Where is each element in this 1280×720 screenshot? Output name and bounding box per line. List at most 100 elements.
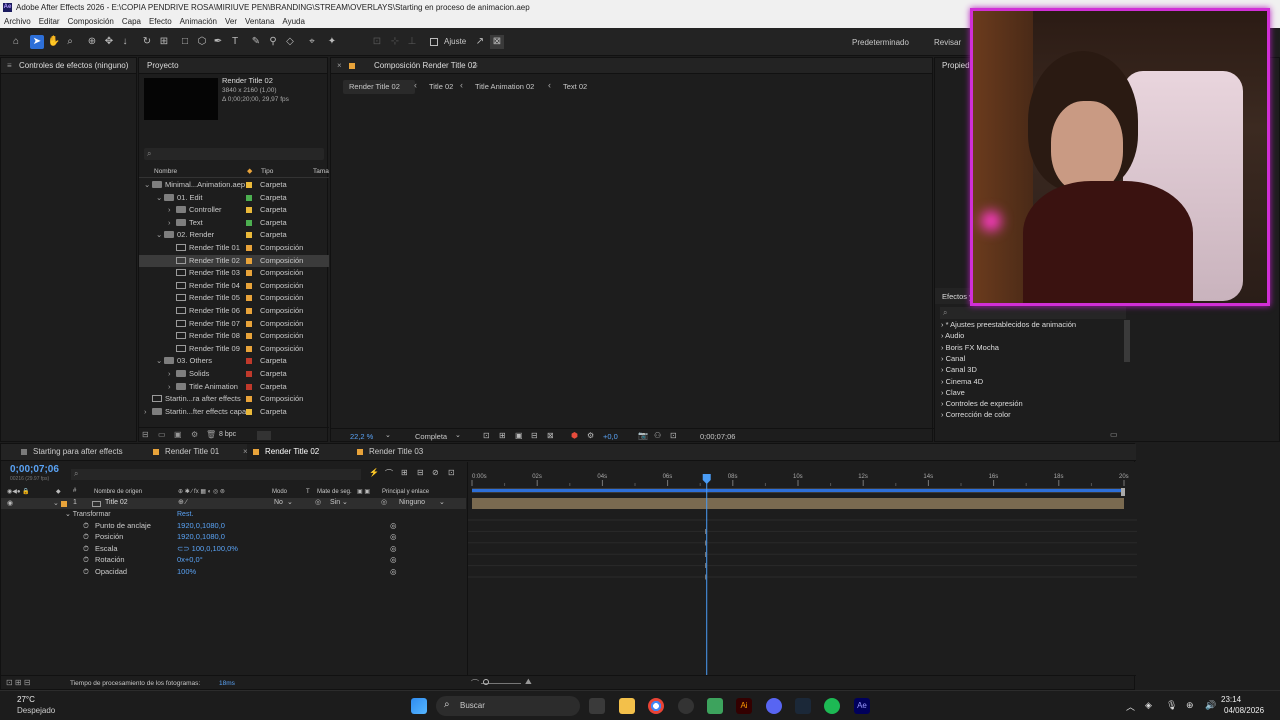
mode-dropdown-icon[interactable]: ⌄: [287, 498, 293, 506]
weather-temp[interactable]: 27°C: [17, 695, 35, 704]
resolution-dropdown-icon[interactable]: ⌄: [455, 431, 461, 439]
effect-category[interactable]: › Cinema 4D: [941, 377, 983, 386]
time-zoom-handle[interactable]: [483, 679, 489, 685]
matte-pickwhip-icon[interactable]: ◎: [315, 498, 321, 506]
windows-start-icon[interactable]: [411, 698, 427, 714]
keyframe-nav-icon[interactable]: I: [705, 575, 707, 582]
eraser-tool-icon[interactable]: ◇: [283, 35, 297, 49]
label-color-swatch[interactable]: [246, 270, 252, 277]
expression-pickwhip-icon[interactable]: ◎: [390, 544, 397, 553]
new-comp-icon[interactable]: ▣: [174, 430, 182, 439]
hand-tool-icon[interactable]: ✋: [47, 35, 61, 49]
settings-icon[interactable]: ⚙: [191, 430, 198, 439]
work-area-bar[interactable]: [472, 489, 1124, 492]
chrome-icon[interactable]: [648, 698, 664, 714]
col-type-header[interactable]: Tipo: [261, 168, 273, 175]
menu-item-ventana[interactable]: Ventana: [241, 15, 278, 28]
label-color-swatch[interactable]: [246, 358, 252, 365]
timeline-tab[interactable]: Starting para after effects: [15, 444, 123, 460]
mask-visibility-icon[interactable]: ▣: [515, 431, 523, 440]
property-value[interactable]: 0x+0,0°: [177, 555, 203, 564]
weather-desc[interactable]: Despejado: [17, 706, 55, 715]
color-channels-icon[interactable]: ⬢: [571, 431, 578, 440]
zoom-in-icon[interactable]: ⛰: [525, 677, 532, 687]
project-item[interactable]: Startin...ra after effects Composición: [139, 393, 329, 405]
label-color-swatch[interactable]: [246, 408, 252, 415]
expand-arrow-icon[interactable]: ⌄: [156, 355, 164, 367]
effect-category[interactable]: › Canal: [941, 354, 965, 363]
region-of-interest-icon[interactable]: ⊡: [483, 431, 490, 440]
col-source-name[interactable]: Nombre de origen: [94, 489, 142, 495]
parent-pickwhip-icon[interactable]: ◎: [381, 498, 387, 506]
layer-mode-select[interactable]: No: [274, 499, 283, 506]
interpret-footage-icon[interactable]: ⊟: [142, 430, 149, 439]
collapse-arrow-icon[interactable]: ›: [168, 381, 176, 393]
taskbar-search[interactable]: ⌕ Buscar: [436, 696, 580, 716]
fast-previews-icon[interactable]: ⊡: [670, 431, 677, 440]
roto-brush-icon[interactable]: ⌖: [305, 35, 319, 49]
layer-expand-icon[interactable]: ⌄: [53, 499, 59, 507]
label-color-swatch[interactable]: [246, 257, 252, 264]
clone-stamp-icon[interactable]: ⚲: [266, 35, 280, 49]
keyframe-nav-icon[interactable]: I: [705, 540, 707, 547]
snap-options-icon[interactable]: ↗: [473, 35, 487, 49]
comp-flowchart-icon[interactable]: ⊡: [448, 468, 455, 477]
layer-name[interactable]: Title 02: [105, 499, 128, 506]
distribute-icon[interactable]: ⊥: [405, 35, 419, 49]
col-t[interactable]: T: [306, 489, 310, 495]
layer-row[interactable]: ◉ ⌄ 1 Title 02 ⊕ ∕ No ⌄ ◎ Sin ⌄ ◎ Ningun…: [1, 498, 466, 509]
stopwatch-icon[interactable]: ⏱: [83, 555, 89, 565]
comp-timecode[interactable]: 0;00;07;06: [700, 432, 735, 441]
effect-controls-title[interactable]: Controles de efectos (ninguno): [1, 58, 136, 74]
puppet-pin-icon[interactable]: ✦: [325, 35, 339, 49]
after-effects-taskbar-icon[interactable]: Ae: [854, 698, 870, 714]
close-tab-icon[interactable]: ×: [243, 444, 248, 460]
panel-menu-icon[interactable]: ≡: [473, 58, 478, 74]
label-color-swatch[interactable]: [246, 371, 252, 377]
project-item[interactable]: Render Title 01 Composición: [139, 242, 329, 254]
effects-search-input[interactable]: ⌕: [940, 307, 1126, 319]
rotate-tool-icon[interactable]: ↻: [140, 35, 154, 49]
timeline-timecode[interactable]: 0;00;07;06: [10, 464, 59, 475]
project-item[interactable]: Render Title 03 Composición: [139, 267, 329, 279]
clock-time[interactable]: 23:14: [1221, 695, 1241, 704]
collapse-arrow-icon[interactable]: ›: [168, 204, 176, 216]
brush-tool-icon[interactable]: ✎: [249, 35, 263, 49]
expression-pickwhip-icon[interactable]: ◎: [390, 521, 397, 530]
keyframe-nav-icon[interactable]: I: [705, 563, 707, 570]
switches-icon[interactable]: ⊕ ✱ ∕ fx ▦ ◐ ◎ ⊚: [178, 488, 225, 495]
project-item[interactable]: Render Title 05 Composición: [139, 292, 329, 304]
menu-item-efecto[interactable]: Efecto: [145, 15, 176, 28]
col-parent[interactable]: Principal y enlace: [382, 489, 429, 495]
workspace-predeterminado[interactable]: Predeterminado: [852, 38, 909, 47]
project-item[interactable]: › Controller Carpeta: [139, 204, 329, 216]
illustrator-icon[interactable]: Ai: [736, 698, 752, 714]
project-item[interactable]: › Solids Carpeta: [139, 368, 329, 380]
label-color-header-icon[interactable]: ◆: [247, 167, 252, 175]
transform-group[interactable]: ⌄ Transformar: [65, 510, 111, 518]
label-color-swatch[interactable]: [246, 345, 252, 352]
new-folder-icon[interactable]: ▭: [158, 430, 166, 439]
property-value[interactable]: 1920,0,1080,0: [177, 532, 225, 541]
delete-icon[interactable]: 🗑: [206, 430, 216, 439]
type-tool-icon[interactable]: T: [228, 35, 242, 49]
zoom-value[interactable]: 22,2 %: [350, 432, 373, 441]
axis-icon[interactable]: ⊹: [388, 35, 402, 49]
tray-app-icon[interactable]: ◈: [1145, 700, 1152, 711]
label-color-swatch[interactable]: [246, 295, 252, 302]
expand-arrow-icon[interactable]: ⌄: [156, 192, 164, 204]
effect-category[interactable]: › Clave: [941, 388, 965, 397]
3d-shape-icon[interactable]: ⬡: [195, 35, 209, 49]
timeline-tab[interactable]: Render Title 02 ×: [243, 444, 320, 460]
collapse-switch-icon[interactable]: ⊕ ∕: [178, 498, 187, 506]
steam-icon[interactable]: [795, 698, 811, 714]
graph-editor-icon[interactable]: ⊘: [432, 468, 439, 477]
layer-label-color[interactable]: [61, 501, 67, 507]
stopwatch-icon[interactable]: ⏱: [83, 532, 89, 542]
col-mode[interactable]: Modo: [272, 489, 287, 495]
menu-item-composición[interactable]: Composición: [64, 15, 118, 28]
render-time-icons[interactable]: ⊡ ⊞ ⊟: [6, 678, 31, 687]
timeline-search-input[interactable]: ⌕: [71, 469, 361, 480]
snapshot-icon[interactable]: 📷: [638, 431, 648, 440]
col-name-header[interactable]: Nombre: [154, 168, 177, 175]
